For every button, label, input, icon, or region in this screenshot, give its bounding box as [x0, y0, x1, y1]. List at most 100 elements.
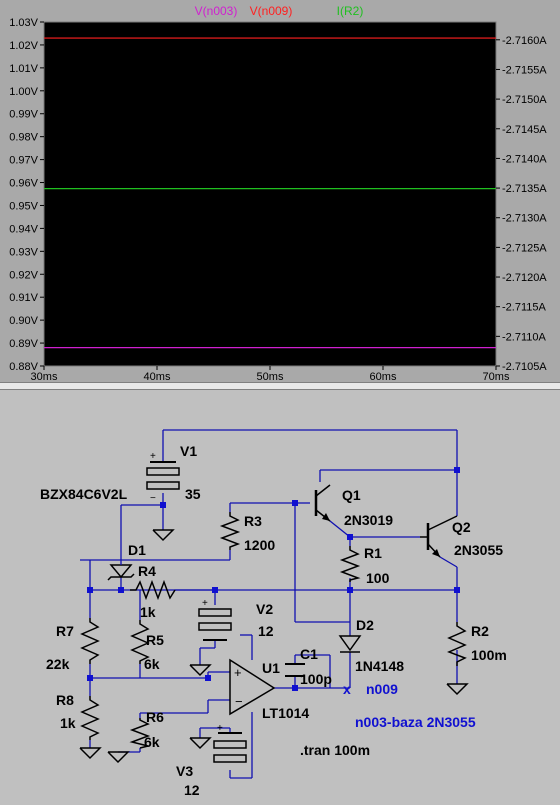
- left-tick-label: 1.03V: [9, 17, 38, 29]
- resistor-r5[interactable]: R5 6k: [130, 620, 164, 672]
- q1-part: 2N3019: [344, 512, 393, 528]
- legend-i-r2[interactable]: I(R2): [337, 4, 364, 18]
- v3-label: V3: [176, 763, 193, 779]
- right-tick-label: -2.7135A: [502, 183, 547, 195]
- n009-label: n009: [366, 681, 398, 697]
- r3-value: 1200: [244, 537, 275, 553]
- right-tick-label: -2.7160A: [502, 35, 547, 47]
- voltage-source-v3[interactable]: + V3 12: [176, 723, 247, 798]
- svg-text:−: −: [150, 493, 156, 504]
- x-tick-label: 70ms: [483, 371, 510, 382]
- resistor-r2[interactable]: R2 100m: [447, 622, 507, 666]
- resistor-r7[interactable]: R7 22k: [46, 618, 100, 672]
- x-axis: 30ms 40ms 50ms 60ms 70ms: [31, 366, 510, 383]
- legend-v-n009[interactable]: V(n009): [250, 4, 293, 18]
- svg-text:+: +: [234, 665, 242, 680]
- left-axis: 1.03V 1.02V 1.01V 1.00V 0.99V 0.98V 0.97V 0.96V…: [9, 17, 44, 373]
- left-tick-label: 0.98V: [9, 132, 38, 144]
- right-tick-label: -2.7125A: [502, 242, 547, 254]
- right-tick-label: -2.7120A: [502, 272, 547, 284]
- u1-label: U1: [262, 660, 280, 676]
- transistor-q1[interactable]: Q1 2N3019: [300, 481, 393, 528]
- v1-value: 35: [185, 486, 201, 502]
- junctions: [87, 467, 460, 691]
- transistor-q2[interactable]: Q2 2N3055: [420, 515, 503, 558]
- r7-value: 22k: [46, 656, 70, 672]
- q1-label: Q1: [342, 487, 361, 503]
- left-tick-label: 0.91V: [9, 292, 38, 304]
- left-tick-label: 0.94V: [9, 223, 38, 235]
- q2-part: 2N3055: [454, 542, 503, 558]
- resistor-r1[interactable]: R1 100: [339, 545, 390, 586]
- u1-part: LT1014: [262, 705, 309, 721]
- left-tick-label: 0.93V: [9, 246, 38, 258]
- r2-label: R2: [471, 623, 489, 639]
- voltage-source-v2[interactable]: + V2 12: [198, 598, 274, 641]
- svg-text:+: +: [217, 723, 223, 734]
- d2-part: 1N4148: [355, 658, 404, 674]
- resistor-r3[interactable]: R3 1200: [219, 512, 275, 553]
- r6-label: R6: [146, 709, 164, 725]
- v2-label: V2: [256, 601, 273, 617]
- r1-value: 100: [366, 570, 390, 586]
- zener-part-label: BZX84C6V2L: [40, 486, 128, 502]
- r7-label: R7: [56, 623, 74, 639]
- schematic-editor[interactable]: + − V1 35 BZX84C6V2L Q1 2N3019 Q2 2N3055: [0, 390, 560, 800]
- voltage-source-v1[interactable]: + − V1 35: [146, 443, 201, 504]
- r2-value: 100m: [471, 647, 507, 663]
- plot-legend: V(n003) V(n009) I(R2): [195, 4, 364, 18]
- c1-label: C1: [300, 646, 318, 662]
- d1-label: D1: [128, 542, 146, 558]
- svg-text:+: +: [202, 598, 208, 609]
- r3-label: R3: [244, 513, 262, 529]
- left-tick-label: 0.92V: [9, 269, 38, 281]
- left-tick-label: 0.96V: [9, 178, 38, 190]
- x-tick-label: 50ms: [257, 371, 284, 382]
- pane-divider[interactable]: [0, 382, 560, 390]
- left-tick-label: 1.02V: [9, 40, 38, 52]
- waveform-plot[interactable]: V(n003) V(n009) I(R2) 1.03V1.02V1.01V1.0…: [0, 0, 560, 383]
- v3-value: 12: [184, 782, 200, 798]
- d2-label: D2: [356, 617, 374, 633]
- svg-text:−: −: [235, 694, 243, 709]
- resistor-r6[interactable]: R6 6k: [129, 709, 164, 750]
- r1-label: R1: [364, 545, 382, 561]
- net-cross-marker: x: [343, 681, 351, 697]
- r4-value: 1k: [140, 604, 156, 620]
- right-tick-label: -2.7155A: [502, 64, 547, 76]
- r4-label: R4: [138, 563, 156, 579]
- capacitor-c1[interactable]: C1 100p: [285, 646, 332, 687]
- schematic-canvas[interactable]: + − V1 35 BZX84C6V2L Q1 2N3019 Q2 2N3055: [0, 390, 560, 800]
- net-label-n009[interactable]: x n009: [343, 681, 398, 697]
- left-tick-label: 0.89V: [9, 338, 38, 350]
- resistor-r4[interactable]: R4 1k: [130, 563, 176, 620]
- left-tick-label: 0.99V: [9, 109, 38, 121]
- right-tick-label: -2.7150A: [502, 94, 547, 106]
- c1-value: 100p: [300, 671, 332, 687]
- right-tick-label: -2.7110A: [502, 331, 546, 343]
- right-axis: -2.7160A -2.7155A -2.7150A -2.7145A -2.7140A…: [496, 35, 547, 373]
- plot-area[interactable]: [43, 21, 497, 367]
- schematic-comment[interactable]: n003-baza 2N3055: [355, 714, 476, 730]
- waveform-viewer[interactable]: V(n003) V(n009) I(R2) 1.03V 1.02V 1.01V 1.0…: [0, 0, 560, 383]
- x-tick-label: 40ms: [144, 371, 171, 382]
- r5-value: 6k: [144, 656, 160, 672]
- r8-value: 1k: [60, 715, 76, 731]
- left-tick-label: 0.95V: [9, 200, 38, 212]
- right-tick-label: -2.7145A: [502, 124, 547, 136]
- left-tick-label: 1.01V: [9, 63, 38, 75]
- left-tick-label: 1.00V: [9, 86, 38, 98]
- v1-label: V1: [180, 443, 197, 459]
- resistor-r8[interactable]: R8 1k: [56, 692, 100, 740]
- q2-label: Q2: [452, 519, 471, 535]
- r6-value: 6k: [144, 734, 160, 750]
- right-tick-label: -2.7140A: [502, 153, 547, 165]
- spice-directive[interactable]: .tran 100m: [300, 742, 370, 758]
- left-tick-label: 0.97V: [9, 155, 38, 167]
- right-tick-label: -2.7130A: [502, 213, 547, 225]
- left-tick-label: 0.90V: [9, 315, 38, 327]
- svg-text:+: +: [150, 451, 156, 462]
- legend-v-n003[interactable]: V(n003): [195, 4, 238, 18]
- r8-label: R8: [56, 692, 74, 708]
- v2-value: 12: [258, 623, 274, 639]
